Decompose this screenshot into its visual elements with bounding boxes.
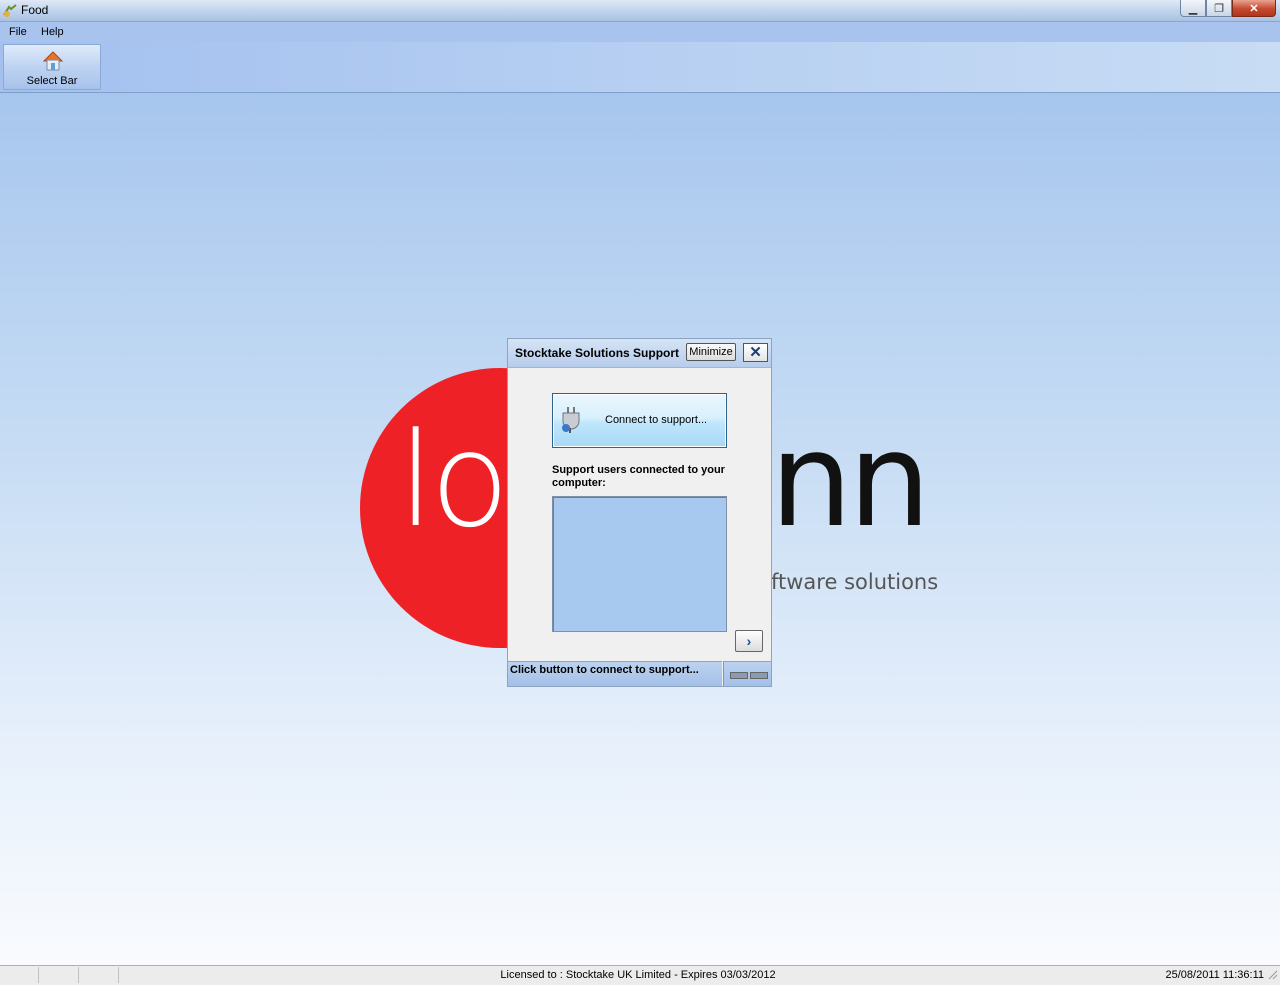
plug-icon <box>562 407 580 433</box>
logo-text-left: lo <box>398 404 510 556</box>
dialog-header: Stocktake Solutions Support Minimize ✕ <box>508 339 771 368</box>
close-icon: ✕ <box>1249 2 1259 15</box>
food-app-icon <box>3 4 17 17</box>
minimize-icon: ▁ <box>1188 2 1198 15</box>
toolbar: Select Bar <box>0 42 1280 93</box>
support-users-list[interactable] <box>552 496 727 632</box>
dialog-title: Stocktake Solutions Support <box>515 346 680 360</box>
resize-grip-icon[interactable] <box>1268 970 1278 980</box>
support-users-label: Support users connected to your computer… <box>552 464 725 489</box>
chevron-right-icon: › <box>746 633 752 649</box>
house-icon <box>42 51 64 71</box>
minimize-window-button[interactable]: ▁ <box>1180 0 1206 17</box>
license-text: Licensed to : Stocktake UK Limited - Exp… <box>500 969 776 981</box>
dialog-close-button[interactable]: ✕ <box>743 343 768 362</box>
close-icon: ✕ <box>749 344 762 361</box>
dialog-status-text: Click button to connect to support... <box>508 661 722 686</box>
dialog-status-indicators <box>723 661 771 686</box>
status-datetime: 25/08/2011 11:36:11 <box>1165 969 1264 981</box>
close-window-button[interactable]: ✕ <box>1232 0 1276 17</box>
support-dialog: Stocktake Solutions Support Minimize ✕ C… <box>507 338 772 687</box>
restore-icon: ❐ <box>1214 2 1224 15</box>
indicator-icon <box>750 672 768 679</box>
title-bar: Food ▁ ❐ ✕ <box>0 0 1280 22</box>
menu-bar: File Help <box>0 22 1280 42</box>
connect-label: Connect to support... <box>605 414 708 426</box>
logo-text-right: nn <box>770 404 931 556</box>
select-bar-label: Select Bar <box>26 75 78 87</box>
menu-file[interactable]: File <box>9 26 27 38</box>
connect-to-support-button[interactable]: Connect to support... <box>552 393 727 448</box>
dialog-minimize-button[interactable]: Minimize <box>686 343 736 361</box>
status-bar: Licensed to : Stocktake UK Limited - Exp… <box>0 965 1280 985</box>
window-controls: ▁ ❐ ✕ <box>1180 0 1276 18</box>
menu-help[interactable]: Help <box>41 26 64 38</box>
select-bar-button[interactable]: Select Bar <box>3 44 101 90</box>
indicator-icon <box>730 672 748 679</box>
next-button[interactable]: › <box>735 630 763 652</box>
window-title: Food <box>21 3 49 17</box>
restore-window-button[interactable]: ❐ <box>1206 0 1232 17</box>
logo-tagline: ftware solutions <box>771 570 939 594</box>
